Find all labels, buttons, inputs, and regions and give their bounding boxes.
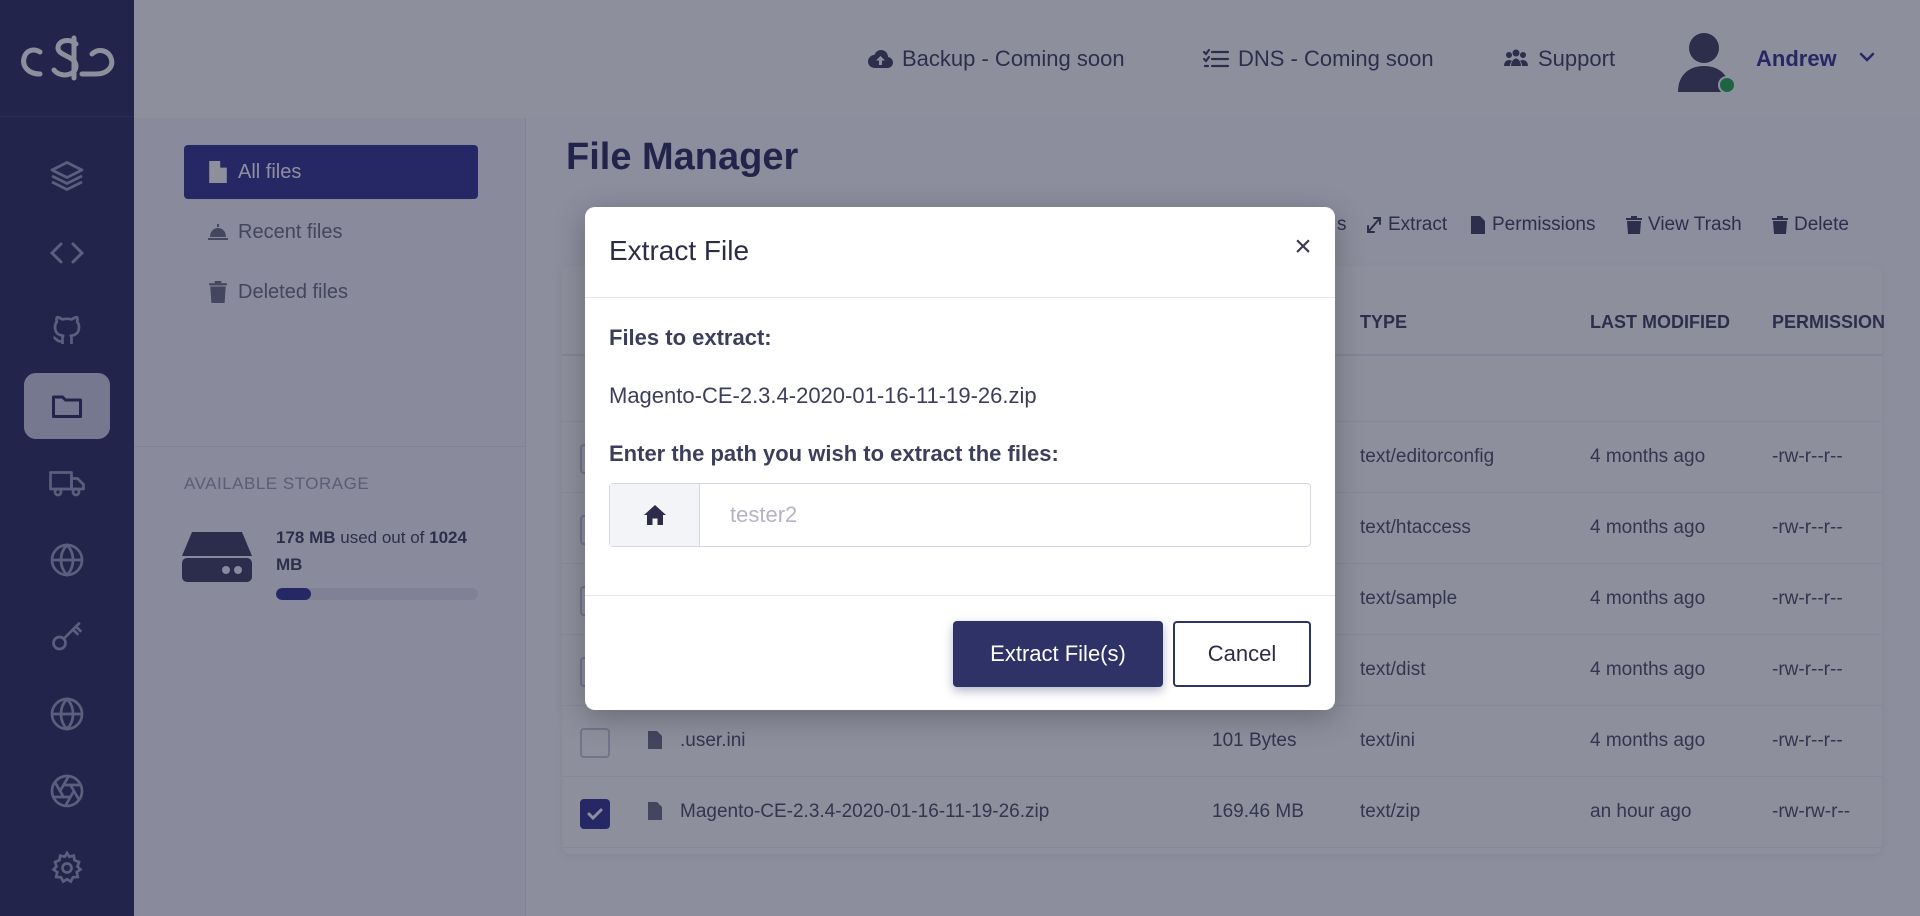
extract-path-group [609,483,1311,547]
home-icon [610,484,700,546]
close-icon[interactable]: × [1289,232,1317,262]
extract-files-button[interactable]: Extract File(s) [953,621,1163,687]
modal-title: Extract File [609,235,750,266]
extract-file-modal: Extract File × Files to extract: Magento… [585,207,1335,710]
extract-filename: Magento-CE-2.3.4-2020-01-16-11-19-26.zip [609,383,1037,408]
modal-footer-divider [585,595,1335,596]
modal-header-divider [585,297,1335,298]
cancel-button[interactable]: Cancel [1173,621,1311,687]
extract-path-label: Enter the path you wish to extract the f… [609,441,1059,466]
extract-path-input[interactable] [700,484,1310,546]
files-to-extract-label: Files to extract: [609,325,772,350]
app-root: Backup - Coming soon DNS - Coming soon S… [0,0,1920,916]
